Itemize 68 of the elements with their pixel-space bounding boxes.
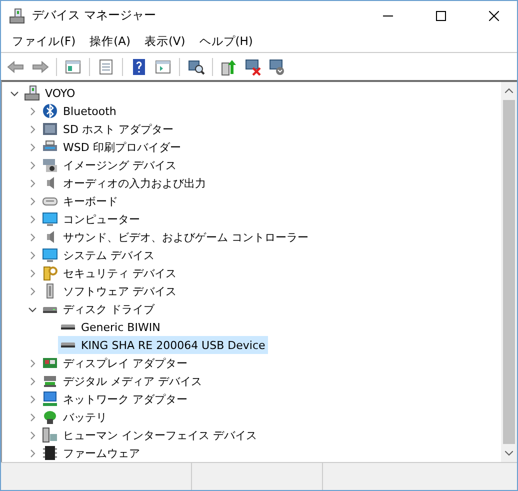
device-icon	[42, 211, 58, 227]
expand-chevron-icon[interactable]	[28, 232, 36, 242]
expand-chevron-icon[interactable]	[28, 214, 36, 224]
tree-item[interactable]: デジタル メディア デバイス	[40, 372, 205, 390]
tree-item[interactable]: KING SHA RE 200064 USB Device	[58, 336, 268, 354]
tree-item[interactable]: ディスプレイ アダプター	[40, 354, 190, 372]
expand-chevron-icon[interactable]	[28, 358, 36, 368]
expand-chevron-icon[interactable]	[28, 250, 36, 260]
tree-item[interactable]: ネットワーク アダプター	[40, 390, 190, 408]
tree-item[interactable]: サウンド、ビデオ、およびゲーム コントローラー	[40, 228, 312, 246]
device-icon	[42, 427, 58, 443]
device-icon	[42, 247, 58, 263]
menu-item[interactable]: 表示(V)	[137, 32, 192, 50]
collapse-chevron-icon[interactable]	[10, 88, 18, 98]
tree-item[interactable]: VOYO	[22, 84, 78, 102]
expand-chevron-icon[interactable]	[28, 430, 36, 440]
device-icon	[24, 85, 40, 101]
tree-item[interactable]: Bluetooth	[40, 102, 120, 120]
window-title: デバイス マネージャー	[32, 7, 157, 24]
tree-item[interactable]: ファームウェア	[40, 444, 143, 462]
tree-item[interactable]: オーディオの入力および出力	[40, 174, 209, 192]
tree-item[interactable]: SD ホスト アダプター	[40, 120, 176, 138]
scrollbar[interactable]	[501, 82, 517, 462]
tree-item[interactable]: システム デバイス	[40, 246, 158, 264]
device-icon	[42, 265, 58, 281]
minimize-icon	[383, 14, 393, 16]
device-icon	[42, 391, 58, 407]
tree-item[interactable]: Generic BIWIN	[58, 318, 164, 336]
device-icon	[42, 355, 58, 371]
app-icon	[9, 8, 25, 24]
tree-item[interactable]: バッテリ	[40, 408, 110, 426]
menu-item[interactable]: ファイル(F)	[5, 32, 83, 50]
collapse-chevron-icon[interactable]	[28, 304, 36, 314]
scroll-thumb[interactable]	[503, 100, 515, 444]
tree-item[interactable]: ディスク ドライブ	[40, 300, 158, 318]
expand-chevron-icon[interactable]	[28, 412, 36, 422]
expand-chevron-icon[interactable]	[28, 196, 36, 206]
tree-item[interactable]: イメージング デバイス	[40, 156, 180, 174]
device-icon	[42, 373, 58, 389]
scroll-down-icon[interactable]	[505, 451, 513, 456]
device-icon	[42, 157, 58, 173]
expand-chevron-icon[interactable]	[28, 268, 36, 278]
maximize-icon	[436, 10, 446, 20]
drive-icon	[60, 342, 76, 348]
drive-icon	[60, 324, 76, 330]
scroll-up-icon[interactable]	[505, 88, 513, 93]
device-icon	[42, 409, 58, 425]
expand-chevron-icon[interactable]	[28, 178, 36, 188]
tree-item[interactable]: WSD 印刷プロバイダー	[40, 138, 184, 156]
tree-item[interactable]: ソフトウェア デバイス	[40, 282, 180, 300]
expand-chevron-icon[interactable]	[28, 124, 36, 134]
expand-chevron-icon[interactable]	[28, 106, 36, 116]
expand-chevron-icon[interactable]	[28, 142, 36, 152]
expand-chevron-icon[interactable]	[28, 160, 36, 170]
device-icon	[42, 445, 58, 461]
close-icon	[489, 10, 499, 20]
expand-chevron-icon[interactable]	[28, 394, 36, 404]
expand-chevron-icon[interactable]	[28, 448, 36, 458]
tree-item[interactable]: ヒューマン インターフェイス デバイス	[40, 426, 260, 444]
tree-item[interactable]: コンピューター	[40, 210, 143, 228]
device-icon	[42, 103, 58, 119]
tree-item[interactable]: キーボード	[40, 192, 121, 210]
expand-chevron-icon[interactable]	[28, 376, 36, 386]
tree-item[interactable]: セキュリティ デバイス	[40, 264, 180, 282]
device-icon	[42, 121, 58, 137]
menu-item[interactable]: ヘルプ(H)	[192, 32, 260, 50]
menu-item[interactable]: 操作(A)	[82, 32, 138, 50]
expand-chevron-icon[interactable]	[28, 286, 36, 296]
